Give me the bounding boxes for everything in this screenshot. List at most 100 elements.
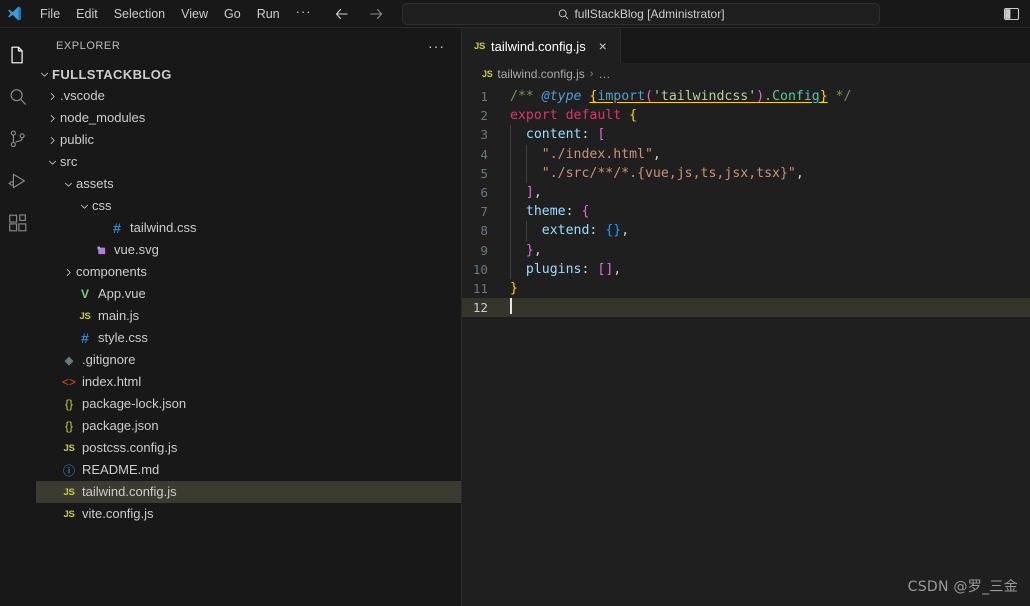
- tree-item-package-json[interactable]: {} package.json: [36, 415, 461, 437]
- line-number: 12: [472, 300, 488, 316]
- menu-item-more[interactable]: ···: [288, 4, 320, 23]
- text-cursor: [510, 298, 512, 315]
- arrow-left-icon[interactable]: [332, 4, 352, 24]
- token-comma: ,: [795, 165, 804, 181]
- tree-item-src[interactable]: src: [36, 151, 461, 173]
- tree-item-label: main.js: [98, 308, 140, 323]
- js-file-icon: JS: [482, 69, 493, 79]
- code-lines: 1 /** @type {import('tailwindcss').Confi…: [462, 85, 1030, 318]
- token-comment-close: */: [827, 89, 852, 104]
- tab-tailwind-config-js[interactable]: JS tailwind.config.js ×: [462, 28, 621, 63]
- tree-item-app-vue[interactable]: V App.vue: [36, 283, 461, 305]
- vscode-logo-icon: [0, 0, 28, 28]
- explorer-more-actions[interactable]: ···: [428, 39, 451, 53]
- menu-item-file[interactable]: File: [32, 3, 68, 25]
- activity-item-search[interactable]: [0, 76, 36, 118]
- chevron-down-icon: [76, 201, 92, 212]
- chevron-down-icon: [36, 69, 52, 80]
- code-editor[interactable]: 1 /** @type {import('tailwindcss').Confi…: [462, 85, 1030, 606]
- menu-item-view[interactable]: View: [173, 3, 216, 25]
- tree-item-postcss-config-js[interactable]: JS postcss.config.js: [36, 437, 461, 459]
- js-file-icon: JS: [79, 310, 91, 322]
- token-brace: }: [510, 280, 518, 296]
- tree-item-components[interactable]: components: [36, 261, 461, 283]
- js-file-icon: JS: [474, 40, 486, 52]
- token-bracket: ]: [525, 184, 534, 200]
- tree-item-label: tailwind.css: [130, 220, 197, 235]
- token-brace: }: [525, 242, 534, 258]
- tree-item-vue-svg[interactable]: vue.svg: [36, 239, 461, 261]
- line-number: 4: [480, 146, 488, 162]
- explorer-sidebar: EXPLORER ··· FULLSTACKBLOG .vscode node_m…: [36, 28, 462, 606]
- tree-item-vscode[interactable]: .vscode: [36, 85, 461, 107]
- code-line-4: 4 "./index.html",: [462, 144, 1030, 164]
- editor-tabs: JS tailwind.config.js ×: [462, 28, 1030, 63]
- tree-item-style-css[interactable]: # style.css: [36, 327, 461, 349]
- tree-item-tailwind-config-js[interactable]: JS tailwind.config.js: [36, 481, 461, 503]
- line-content: export default {: [504, 106, 637, 125]
- code-line-5: 5 "./src/**/*.{vue,js,ts,jsx,tsx}",: [462, 163, 1030, 183]
- tree-item-public[interactable]: public: [36, 129, 461, 151]
- command-center-search[interactable]: fullStackBlog [Administrator]: [402, 3, 880, 25]
- tree-item-label: assets: [76, 176, 114, 191]
- code-line-12: 12: [462, 298, 1030, 318]
- line-number: 7: [480, 204, 488, 220]
- breadcrumb-file[interactable]: tailwind.config.js: [497, 67, 584, 81]
- code-line-10: 10 plugins: [],: [462, 259, 1030, 279]
- css-file-icon: #: [81, 330, 89, 346]
- tree-item-label: vue.svg: [114, 242, 159, 257]
- menu-item-run[interactable]: Run: [249, 3, 288, 25]
- close-icon[interactable]: ×: [594, 37, 612, 55]
- search-icon: [10, 89, 26, 105]
- tree-item-label: package.json: [82, 418, 159, 433]
- line-number: 5: [480, 165, 488, 181]
- tree-item-label: tailwind.config.js: [82, 484, 177, 499]
- token-comment-open: /**: [510, 89, 542, 104]
- toggle-secondary-sidebar-icon[interactable]: [1003, 6, 1020, 22]
- tree-item-assets[interactable]: assets: [36, 173, 461, 195]
- tree-item-label: css: [92, 198, 112, 213]
- tree-item-label: postcss.config.js: [82, 440, 178, 455]
- breadcrumb: JS tailwind.config.js › …: [462, 63, 1030, 85]
- js-file-icon: JS: [63, 508, 75, 520]
- title-bar: File Edit Selection View Go Run ··· full…: [0, 0, 1030, 28]
- arrow-right-icon[interactable]: [366, 4, 386, 24]
- activity-item-extensions[interactable]: [0, 202, 36, 244]
- tree-item-label: .vscode: [60, 88, 105, 103]
- tree-item-main-js[interactable]: JS main.js: [36, 305, 461, 327]
- activity-item-source-control[interactable]: [0, 118, 36, 160]
- menu-item-edit[interactable]: Edit: [68, 3, 106, 25]
- explorer-title: EXPLORER: [56, 39, 121, 52]
- token-comma: ,: [533, 184, 542, 200]
- line-number: 9: [480, 242, 488, 258]
- activity-item-explorer[interactable]: [0, 34, 36, 76]
- tree-item-readme-md[interactable]: ⓘ README.md: [36, 459, 461, 481]
- tree-item-gitignore[interactable]: ◈ .gitignore: [36, 349, 461, 371]
- chevron-down-icon: [44, 157, 60, 168]
- tree-item-tailwind-css[interactable]: # tailwind.css: [36, 217, 461, 239]
- line-content: content: [: [504, 125, 605, 145]
- breadcrumb-more[interactable]: …: [598, 67, 610, 81]
- tree-item-node-modules[interactable]: node_modules: [36, 107, 461, 129]
- code-line-3: 3 content: [: [462, 125, 1030, 145]
- line-content: [504, 298, 512, 317]
- line-content: extend: {},: [504, 221, 629, 241]
- tree-item-label: style.css: [98, 330, 148, 345]
- activity-item-run-and-debug[interactable]: [0, 160, 36, 202]
- tree-item-vite-config-js[interactable]: JS vite.config.js: [36, 503, 461, 525]
- token-comma: ,: [533, 242, 542, 258]
- tree-item-package-lock-json[interactable]: {} package-lock.json: [36, 393, 461, 415]
- tree-root-fullstackblog[interactable]: FULLSTACKBLOG: [36, 63, 461, 85]
- token-import: import: [597, 89, 646, 104]
- html-file-icon: <>: [61, 375, 76, 389]
- menu-item-selection[interactable]: Selection: [106, 3, 173, 25]
- token-paren-close: ): [756, 89, 765, 104]
- line-content: plugins: [],: [504, 259, 621, 279]
- menu-item-go[interactable]: Go: [216, 3, 249, 25]
- tree-item-css[interactable]: css: [36, 195, 461, 217]
- source-control-icon: [10, 130, 25, 148]
- tree-item-index-html[interactable]: <> index.html: [36, 371, 461, 393]
- line-content: "./src/**/*.{vue,js,ts,jsx,tsx}",: [504, 163, 804, 183]
- line-content: }: [504, 279, 518, 298]
- chevron-right-icon: [60, 267, 76, 278]
